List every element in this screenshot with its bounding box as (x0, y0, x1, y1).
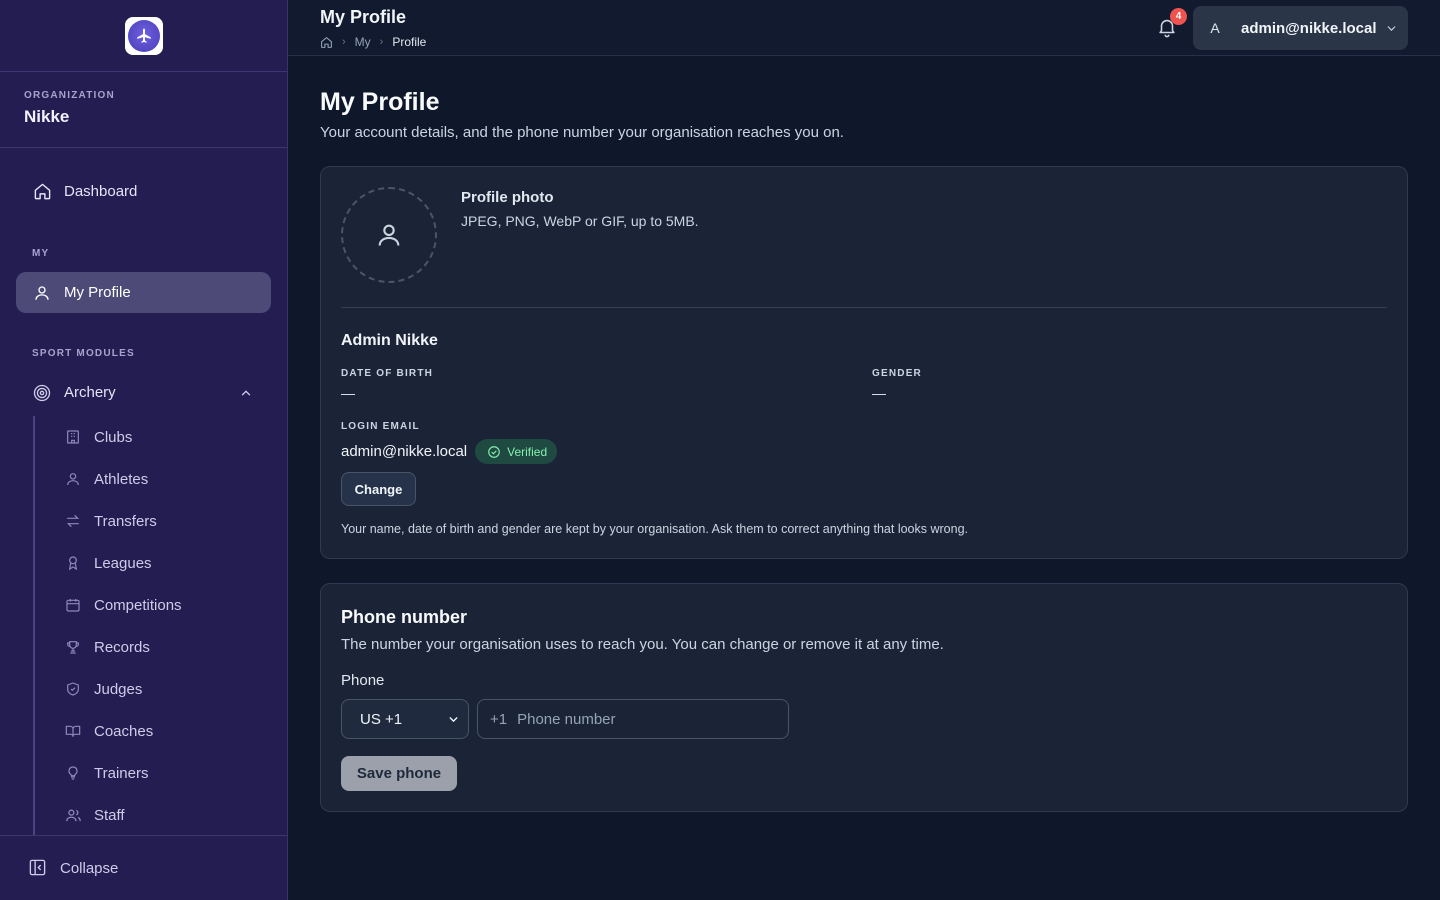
user-icon (375, 221, 403, 249)
chevron-right-icon: › (342, 36, 346, 48)
breadcrumb-item-my[interactable]: My (355, 35, 371, 49)
phone-card: Phone number The number your organisatio… (320, 583, 1408, 812)
collapse-label: Collapse (60, 859, 119, 877)
sidebar-subitem-label: Competitions (94, 596, 182, 614)
phone-number-input[interactable]: +1 Phone number (477, 699, 789, 739)
sidebar-subitem-label: Leagues (94, 554, 152, 572)
sidebar: ORGANIZATION Nikke Dashboard MY My Profi… (0, 0, 288, 900)
sidebar-subitem-coaches[interactable]: Coaches (64, 714, 264, 748)
logo-area (0, 0, 287, 72)
chevron-up-icon[interactable] (239, 386, 253, 400)
save-phone-button[interactable]: Save phone (341, 756, 457, 791)
home-icon (32, 182, 52, 202)
sidebar-subitem-trainers[interactable]: Trainers (64, 756, 264, 790)
sidebar-subitem-staff[interactable]: Staff (64, 798, 264, 832)
divider (341, 307, 1387, 308)
sidebar-subitem-judges[interactable]: Judges (64, 672, 264, 706)
profile-card: Profile photo JPEG, PNG, WebP or GIF, up… (320, 166, 1408, 559)
sidebar-item-label: Dashboard (64, 183, 138, 200)
country-code-value: US +1 (360, 710, 403, 728)
home-icon[interactable] (320, 36, 333, 49)
lightbulb-icon (64, 764, 82, 782)
phone-placeholder: Phone number (517, 710, 616, 728)
profile-photo-title: Profile photo (461, 189, 554, 206)
calendar-icon (64, 596, 82, 614)
sidebar-subitem-label: Athletes (94, 470, 149, 488)
sidebar-subitem-label: Clubs (94, 428, 133, 446)
top-header: My Profile › My › Profile 4 A admin@nikk… (288, 0, 1440, 56)
chevron-right-icon: › (379, 36, 384, 48)
profile-name: Admin Nikke (341, 332, 438, 349)
gender-label: GENDER (872, 368, 922, 379)
airplane-icon (127, 19, 160, 52)
login-email-row: admin@nikke.local Verified (341, 439, 558, 464)
notification-badge: 4 (1170, 8, 1187, 25)
sidebar-subitem-athletes[interactable]: Athletes (64, 462, 264, 496)
sidebar-subitem-label: Records (94, 638, 150, 656)
target-icon (32, 383, 52, 403)
breadcrumb: › My › Profile (320, 35, 426, 49)
page-title: My Profile (320, 88, 440, 116)
sidebar-subitem-clubs[interactable]: Clubs (64, 420, 264, 454)
submenu-line (33, 416, 35, 836)
phone-section-title: Phone number (341, 607, 468, 627)
login-email-value: admin@nikke.local (341, 443, 468, 460)
change-email-button[interactable]: Change (341, 472, 416, 506)
section-label-sport-modules: SPORT MODULES (32, 348, 135, 359)
phone-label: Phone (341, 672, 385, 689)
dob-value: — (341, 385, 355, 401)
sidebar-item-archery[interactable]: Archery (16, 372, 271, 413)
user-icon (32, 283, 52, 303)
arrows-icon (64, 512, 82, 530)
section-label-my: MY (32, 248, 50, 259)
organization-label: ORGANIZATION (24, 90, 115, 101)
sidebar-item-my-profile[interactable]: My Profile (16, 272, 271, 313)
verified-badge: Verified (475, 439, 558, 464)
chevron-down-icon (1385, 22, 1398, 35)
chevron-down-icon (447, 713, 460, 726)
profile-note: Your name, date of birth and gender are … (341, 522, 968, 536)
organization-name: Nikke (24, 107, 70, 126)
user-email: admin@nikke.local (1241, 19, 1377, 37)
user-menu-button[interactable]: A admin@nikke.local (1193, 6, 1408, 50)
user-icon (64, 470, 82, 488)
sidebar-subitem-records[interactable]: Records (64, 630, 264, 664)
page-subtitle: Your account details, and the phone numb… (320, 124, 844, 141)
sidebar-subitem-leagues[interactable]: Leagues (64, 546, 264, 580)
sidebar-subitem-competitions[interactable]: Competitions (64, 588, 264, 622)
avatar: A (1210, 20, 1220, 36)
profile-photo-hint: JPEG, PNG, WebP or GIF, up to 5MB. (461, 213, 699, 229)
breadcrumb-item-profile: Profile (392, 35, 427, 49)
phone-section-subtitle: The number your organisation uses to rea… (341, 636, 944, 653)
sidebar-subitem-label: Staff (94, 806, 125, 824)
shield-icon (64, 680, 82, 698)
users-icon (64, 806, 82, 824)
collapse-sidebar-button[interactable]: Collapse (0, 835, 287, 900)
sidebar-subitem-label: Judges (94, 680, 143, 698)
sidebar-collapse-icon (28, 858, 48, 878)
profile-photo-upload[interactable] (341, 187, 437, 283)
app-logo[interactable] (124, 16, 163, 55)
building-icon (64, 428, 82, 446)
organization-block: ORGANIZATION Nikke (0, 72, 287, 148)
phone-prefix: +1 (490, 710, 508, 728)
book-icon (64, 722, 82, 740)
login-email-label: LOGIN EMAIL (341, 421, 420, 432)
dob-label: DATE OF BIRTH (341, 368, 434, 379)
sidebar-subitem-label: Transfers (94, 512, 157, 530)
trophy-icon (64, 638, 82, 656)
sidebar-subitem-label: Coaches (94, 722, 154, 740)
gender-value: — (872, 385, 886, 401)
award-icon (64, 554, 82, 572)
sidebar-item-dashboard[interactable]: Dashboard (16, 171, 271, 212)
country-code-select[interactable]: US +1 (341, 699, 469, 739)
sidebar-item-label: Archery (64, 384, 116, 401)
sidebar-item-label: My Profile (64, 284, 131, 301)
check-circle-icon (487, 445, 501, 459)
header-title: My Profile (320, 7, 407, 27)
sidebar-subitem-label: Trainers (94, 764, 149, 782)
sidebar-subitem-transfers[interactable]: Transfers (64, 504, 264, 538)
verified-label: Verified (507, 444, 548, 459)
